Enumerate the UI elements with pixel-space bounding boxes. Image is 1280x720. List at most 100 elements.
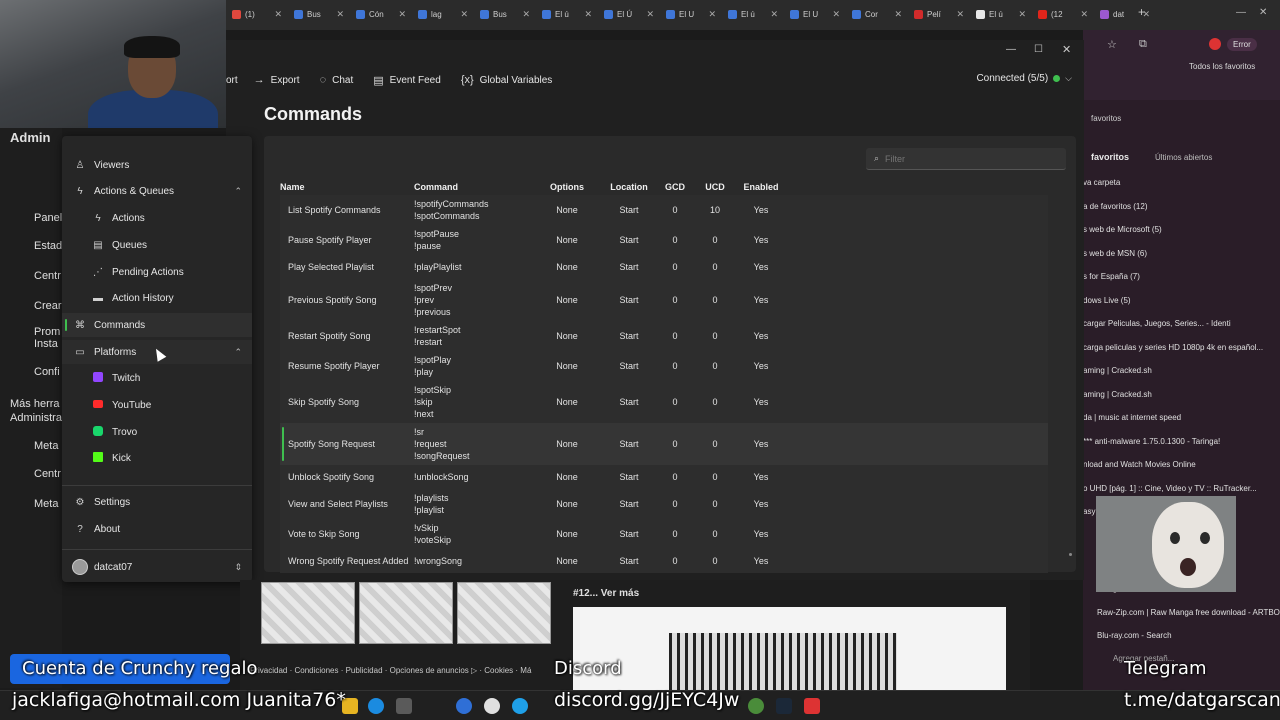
admin-menu-item[interactable]: Centr (34, 468, 61, 480)
browser-tab[interactable]: El Ú ✕ (598, 4, 660, 24)
nav-actions-queues[interactable]: ϟ Actions & Queues ⌃ (62, 179, 252, 203)
app-icon[interactable] (484, 698, 500, 714)
close-tab-icon[interactable]: ✕ (522, 9, 530, 20)
close-tab-icon[interactable]: ✕ (460, 9, 468, 20)
manga-title-link[interactable]: #12... Ver más (573, 588, 639, 599)
favorite-item[interactable]: s web de MSN (6) (1083, 243, 1280, 267)
nav-youtube[interactable]: YouTube (62, 393, 252, 417)
nav-commands[interactable]: ⌘ Commands (62, 313, 252, 337)
column-header-command[interactable]: Command (414, 178, 532, 195)
admin-menu-item[interactable]: Meta (34, 440, 58, 452)
minimize-icon[interactable]: — (1236, 7, 1246, 18)
close-tab-icon[interactable]: ✕ (274, 9, 282, 20)
admin-menu-item[interactable]: Panel (34, 212, 62, 224)
page-footer-links[interactable]: Privacidad · Condiciones · Publicidad · … (250, 666, 531, 675)
favorite-item[interactable]: da | music at internet speed (1083, 407, 1280, 431)
steam-icon[interactable] (776, 698, 792, 714)
column-header-enabled[interactable]: Enabled (736, 178, 786, 195)
app-icon[interactable] (804, 698, 820, 714)
extensions-icon[interactable]: ⧉ (1139, 38, 1147, 51)
close-tab-icon[interactable]: ✕ (956, 9, 964, 20)
chat-button[interactable]: ◌ Chat (320, 74, 354, 87)
browser-tab[interactable]: El ú ✕ (722, 4, 784, 24)
admin-menu-item[interactable]: Más herra (10, 398, 60, 410)
table-row[interactable]: Resume Spotify Player !spotPlay !play None S… (280, 351, 1048, 381)
favorite-item[interactable]: *** anti-malware 1.75.0.1300 - Taringa! (1083, 431, 1280, 455)
favorite-item[interactable]: a de favoritos (12) (1083, 196, 1280, 220)
browser-tab[interactable]: Cón ✕ (350, 4, 412, 24)
close-tab-icon[interactable]: ✕ (336, 9, 344, 20)
favorite-item[interactable]: s web de Microsoft (5) (1083, 219, 1280, 243)
admin-menu-item[interactable]: Centr (34, 270, 61, 282)
star-icon[interactable]: ☆ (1107, 38, 1117, 51)
browser-tab[interactable]: Cor ✕ (846, 4, 908, 24)
maximize-icon[interactable]: ☐ (1034, 44, 1043, 55)
browser-tab[interactable]: El U ✕ (784, 4, 846, 24)
table-row[interactable]: Unblock Spotify Song !unblockSong None Star… (280, 465, 1048, 489)
import-fragment[interactable]: ort (226, 75, 238, 86)
manga-thumbnail[interactable] (359, 582, 453, 644)
nav-settings[interactable]: ⚙ Settings (62, 490, 252, 514)
table-row[interactable]: Restart Spotify Song !restartSpot !restart… (280, 321, 1048, 351)
favorites-tab-label[interactable]: favoritos (1091, 114, 1121, 123)
admin-menu-item[interactable]: Administra (10, 412, 62, 424)
close-icon[interactable]: ✕ (1259, 7, 1267, 18)
new-tab-button[interactable]: + (1138, 5, 1145, 19)
table-row[interactable]: Skip Spotify Song !spotSkip !skip !next None… (280, 381, 1048, 423)
browser-tab[interactable]: Bus ✕ (474, 4, 536, 24)
app-icon[interactable] (396, 698, 412, 714)
close-tab-icon[interactable]: ✕ (584, 9, 592, 20)
close-tab-icon[interactable]: ✕ (894, 9, 902, 20)
nav-twitch[interactable]: Twitch (62, 366, 252, 390)
admin-menu-item[interactable]: Confi (34, 366, 60, 378)
nav-trovo[interactable]: Trovo (62, 420, 252, 444)
nav-actions[interactable]: ϟ Actions (62, 206, 252, 230)
nav-queues[interactable]: ▤ Queues (62, 233, 252, 257)
browser-tab[interactable]: El U ✕ (660, 4, 722, 24)
column-header-ucd[interactable]: UCD (694, 178, 736, 195)
close-tab-icon[interactable]: ✕ (708, 9, 716, 20)
table-row[interactable]: View and Select Playlists !playlists !play… (280, 489, 1048, 519)
nav-kick[interactable]: Kick (62, 446, 252, 470)
favorite-item[interactable]: cargar Peliculas, Juegos, Series... - Id… (1083, 313, 1280, 337)
browser-tab[interactable]: (12 ✕ (1032, 4, 1094, 24)
admin-menu-item[interactable]: Insta (34, 338, 58, 350)
app-icon[interactable] (456, 698, 472, 714)
bookmarks-folder[interactable]: Todos los favoritos (1189, 62, 1255, 71)
browser-tab[interactable]: Pelí ✕ (908, 4, 970, 24)
close-tab-icon[interactable]: ✕ (1018, 9, 1026, 20)
column-header-gcd[interactable]: GCD (656, 178, 694, 195)
connection-status[interactable]: Connected (5/5) ⌵ (976, 73, 1072, 84)
browser-tab[interactable]: dat ✕ (1094, 4, 1156, 24)
favorite-item[interactable]: aming | Cracked.sh (1083, 384, 1280, 408)
admin-menu-item[interactable]: Meta (34, 498, 58, 510)
export-button[interactable]: → Export (254, 74, 300, 87)
favorite-item[interactable]: nload and Watch Movies Online (1083, 454, 1280, 478)
event-feed-button[interactable]: ▤ Event Feed (373, 74, 441, 87)
table-row[interactable]: Pause Spotify Player !spotPause !pause None… (280, 225, 1048, 255)
nav-user[interactable]: datcat07 ⇕ (62, 555, 252, 579)
close-tab-icon[interactable]: ✕ (1080, 9, 1088, 20)
close-icon[interactable]: ✕ (1062, 43, 1071, 56)
minimize-icon[interactable]: — (1006, 44, 1016, 55)
nav-viewers[interactable]: ♙ Viewers (62, 153, 252, 177)
global-variables-button[interactable]: {x} Global Variables (461, 74, 553, 87)
scrollbar[interactable] (1069, 553, 1072, 556)
filter-input[interactable] (885, 153, 1056, 164)
chrome-icon[interactable] (748, 698, 764, 714)
manga-thumbnail[interactable] (261, 582, 355, 644)
browser-tab[interactable]: Bus ✕ (288, 4, 350, 24)
favorite-item[interactable]: Raw-Zip.com | Raw Manga free download - … (1083, 602, 1280, 626)
admin-menu-item[interactable]: Estad (34, 240, 62, 252)
table-row[interactable]: Play Selected Playlist !playPlaylist None S… (280, 255, 1048, 279)
browser-tab[interactable]: El ú ✕ (536, 4, 598, 24)
table-row[interactable]: Wrong Spotify Request Added !wrongSong Non… (280, 549, 1048, 573)
nav-action-history[interactable]: ▬ Action History (62, 286, 252, 310)
nav-pending-actions[interactable]: ⋰ Pending Actions (62, 260, 252, 284)
favorite-item[interactable]: va carpeta (1083, 172, 1280, 196)
close-tab-icon[interactable]: ✕ (646, 9, 654, 20)
manga-thumbnail[interactable] (457, 582, 551, 644)
table-row[interactable]: Vote to Skip Song !vSkip !voteSkip None Star… (280, 519, 1048, 549)
browser-tab[interactable]: (1) ✕ (226, 4, 288, 24)
favorite-item[interactable]: aming | Cracked.sh (1083, 360, 1280, 384)
